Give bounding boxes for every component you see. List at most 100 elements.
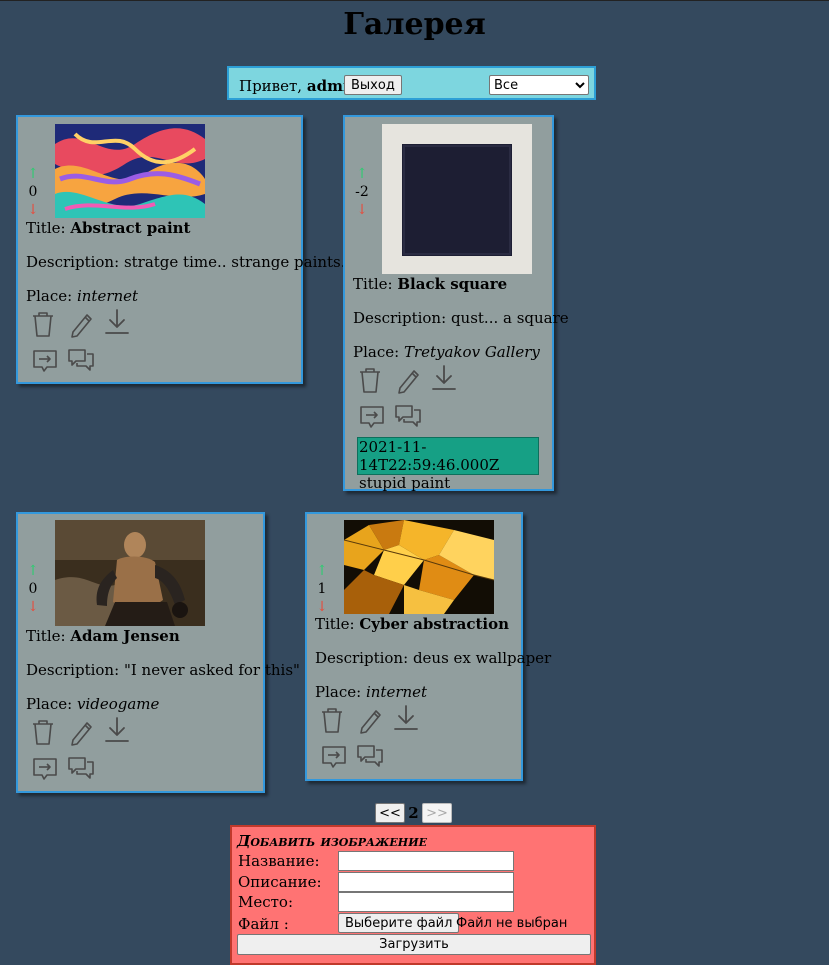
download-icon[interactable] xyxy=(102,715,132,745)
form-title: Добавить изображение xyxy=(237,832,427,850)
place-value: videogame xyxy=(76,695,160,713)
greeting-text: Привет, xyxy=(239,77,303,95)
place-label: Place: xyxy=(26,695,73,713)
title-label: Title: xyxy=(315,615,355,633)
card-title: Title: Adam Jensen xyxy=(26,627,300,645)
vote-down-icon[interactable]: ↓ xyxy=(26,201,40,219)
vote-up-icon[interactable]: ↑ xyxy=(26,562,40,580)
description-label: Description: xyxy=(26,253,120,271)
title-label: Title: xyxy=(26,627,66,645)
description-value: "I never asked for this" xyxy=(123,661,300,679)
pencil-icon[interactable] xyxy=(66,309,96,339)
trash-icon[interactable] xyxy=(355,365,385,395)
card-meta: Title: Black square Description: qust...… xyxy=(353,275,569,361)
comment-timestamp: 2021-11-14T22:59:46.000Z xyxy=(359,438,500,474)
choose-file-button[interactable]: Выберите файл xyxy=(338,913,460,933)
card-place: Place: internet xyxy=(26,287,350,305)
name-input[interactable] xyxy=(338,851,514,871)
logout-button[interactable]: Выход xyxy=(344,75,402,95)
upload-button[interactable]: Загрузить xyxy=(237,934,591,955)
card-description: Description: stratge time.. strange pain… xyxy=(26,253,350,271)
place-label: Place: xyxy=(353,343,400,361)
share-icon[interactable] xyxy=(30,753,60,783)
gallery-card: ↑ 0 ↓ Title: Abstract paint Description:… xyxy=(16,115,350,384)
prev-page-button[interactable]: << xyxy=(375,803,405,823)
description-label: Описание: xyxy=(238,873,322,891)
trash-icon[interactable] xyxy=(317,705,347,735)
place-value: internet xyxy=(365,683,428,701)
vote-widget: ↑ 0 ↓ xyxy=(26,562,40,616)
user-bar: Привет, admin Выход Все xyxy=(227,66,596,100)
share-icon[interactable] xyxy=(319,741,349,771)
place-value: internet xyxy=(76,287,139,305)
place-input[interactable] xyxy=(338,892,514,912)
download-icon[interactable] xyxy=(429,363,459,393)
gallery-card: ↑ 0 ↓ Title: Adam Jensen Description: "I… xyxy=(16,512,300,793)
download-icon[interactable] xyxy=(391,703,421,733)
pencil-icon[interactable] xyxy=(355,705,385,735)
vote-up-icon[interactable]: ↑ xyxy=(355,165,369,183)
file-label: Файл : xyxy=(238,915,289,933)
add-image-form: Добавить изображение Название: Описание:… xyxy=(230,825,596,965)
vote-score: 0 xyxy=(28,184,38,200)
card-meta: Title: Abstract paint Description: strat… xyxy=(26,219,350,305)
next-page-button[interactable]: >> xyxy=(422,803,452,823)
vote-score: 0 xyxy=(28,581,38,597)
description-value: stratge time.. strange paints.. xyxy=(123,253,351,271)
description-label: Description: xyxy=(353,309,447,327)
title-value: Cyber abstraction xyxy=(359,615,510,633)
description-input[interactable] xyxy=(338,872,514,892)
card-place: Place: internet xyxy=(315,683,551,701)
vote-score: -2 xyxy=(355,184,369,200)
page-title: Галерея xyxy=(343,7,486,42)
name-label: Название: xyxy=(238,852,320,870)
file-status: Файл не выбран xyxy=(456,916,568,931)
vote-widget: ↑ 1 ↓ xyxy=(315,562,329,616)
share-icon[interactable] xyxy=(30,345,60,375)
image-thumbnail[interactable] xyxy=(344,520,494,614)
comments-icon[interactable] xyxy=(355,741,385,771)
card-title: Title: Cyber abstraction xyxy=(315,615,551,633)
download-icon[interactable] xyxy=(102,307,132,337)
vote-down-icon[interactable]: ↓ xyxy=(26,598,40,616)
comments-icon[interactable] xyxy=(66,345,96,375)
vote-up-icon[interactable]: ↑ xyxy=(315,562,329,580)
vote-up-icon[interactable]: ↑ xyxy=(26,165,40,183)
comments-icon[interactable] xyxy=(66,753,96,783)
title-label: Title: xyxy=(353,275,393,293)
gallery-card: ↑ 1 ↓ Title: Cyber abstraction Descripti… xyxy=(305,512,551,781)
comment-text: stupid paint xyxy=(359,474,451,492)
vote-down-icon[interactable]: ↓ xyxy=(355,201,369,219)
vote-score: 1 xyxy=(317,581,327,597)
vote-down-icon[interactable]: ↓ xyxy=(315,598,329,616)
card-title: Title: Black square xyxy=(353,275,569,293)
card-description: Description: "I never asked for this" xyxy=(26,661,300,679)
filter-select[interactable]: Все xyxy=(489,75,589,95)
place-label: Place: xyxy=(26,287,73,305)
card-place: Place: videogame xyxy=(26,695,300,713)
greeting: Привет, admin xyxy=(239,77,360,95)
description-value: qust... a square xyxy=(450,309,569,327)
place-label: Место: xyxy=(238,893,294,911)
pencil-icon[interactable] xyxy=(66,717,96,747)
card-place: Place: Tretyakov Gallery xyxy=(353,343,569,361)
title-value: Adam Jensen xyxy=(70,627,180,645)
image-thumbnail[interactable] xyxy=(382,124,532,274)
share-icon[interactable] xyxy=(357,401,387,431)
title-value: Black square xyxy=(397,275,508,293)
image-thumbnail[interactable] xyxy=(55,124,205,218)
place-label: Place: xyxy=(315,683,362,701)
trash-icon[interactable] xyxy=(28,717,58,747)
card-meta: Title: Cyber abstraction Description: de… xyxy=(315,615,551,701)
place-value: Tretyakov Gallery xyxy=(403,343,540,361)
card-title: Title: Abstract paint xyxy=(26,219,350,237)
pencil-icon[interactable] xyxy=(393,365,423,395)
card-description: Description: qust... a square xyxy=(353,309,569,327)
vote-widget: ↑ 0 ↓ xyxy=(26,165,40,219)
description-label: Description: xyxy=(26,661,120,679)
image-thumbnail[interactable] xyxy=(55,520,205,626)
comments-icon[interactable] xyxy=(393,401,423,431)
card-meta: Title: Adam Jensen Description: "I never… xyxy=(26,627,300,713)
vote-widget: ↑ -2 ↓ xyxy=(355,165,369,219)
trash-icon[interactable] xyxy=(28,309,58,339)
